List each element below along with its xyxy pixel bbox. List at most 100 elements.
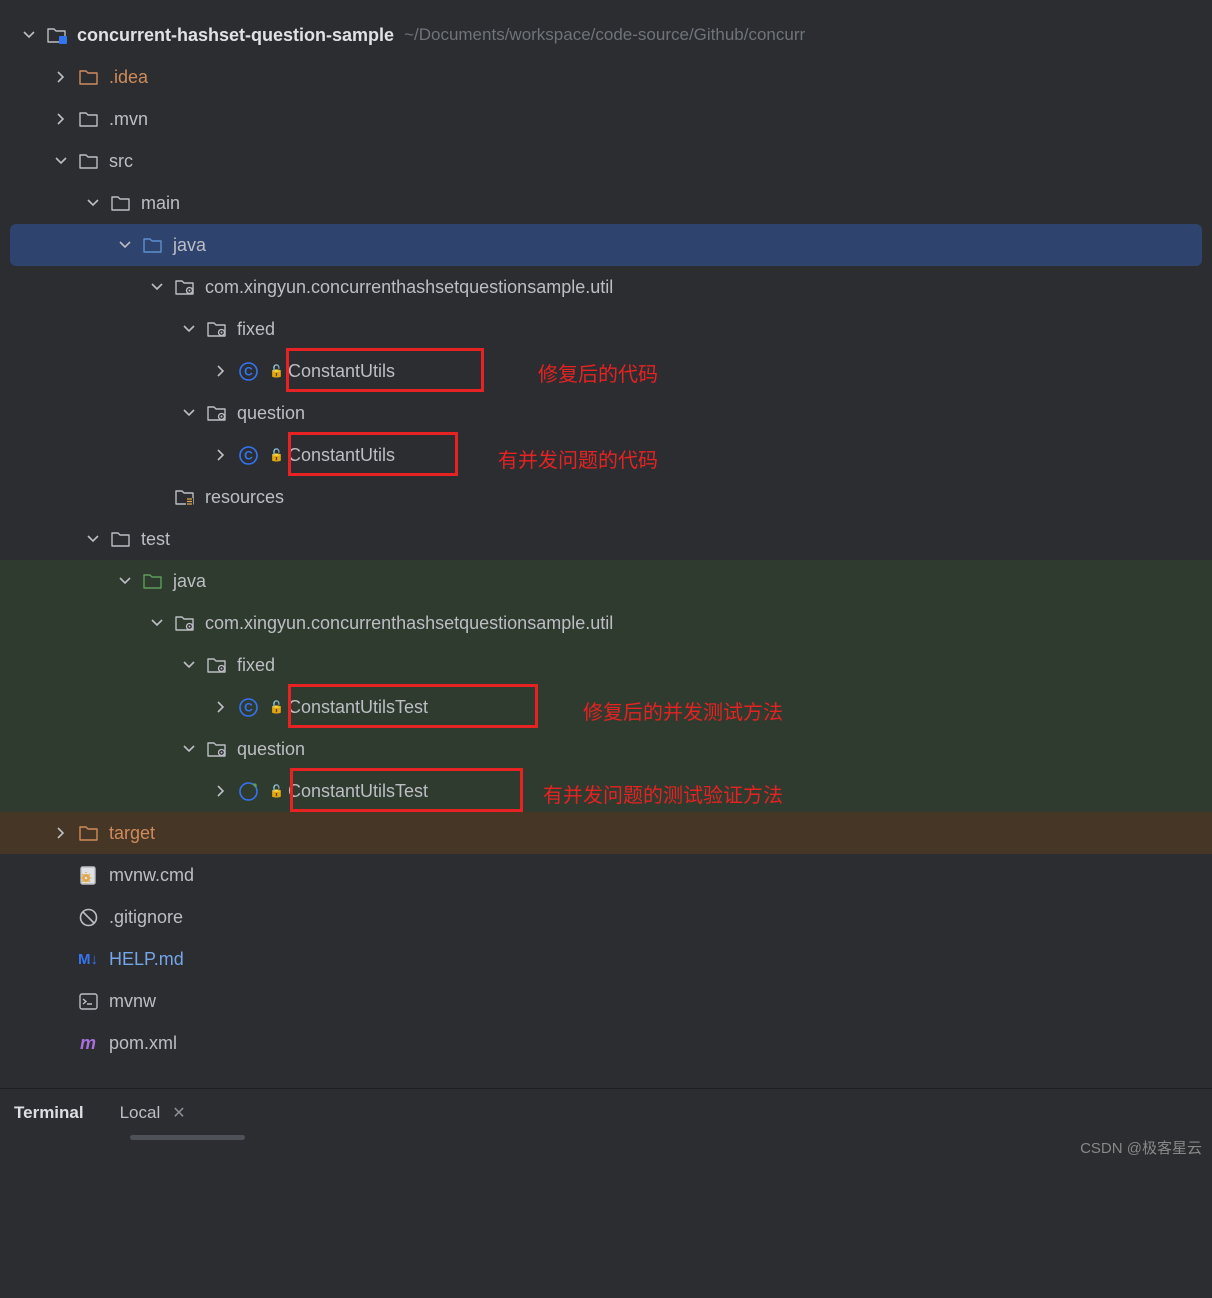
package-icon	[173, 612, 195, 634]
lock-open-icon: 🔓	[269, 700, 284, 714]
folder-label: resources	[205, 487, 284, 508]
folder-label: test	[141, 529, 170, 550]
package-icon	[205, 318, 227, 340]
tree-row-test[interactable]: test	[0, 518, 1212, 560]
chevron-down-icon[interactable]	[50, 150, 72, 172]
terminal-panel-header[interactable]: Terminal Local ✕	[0, 1088, 1212, 1136]
class-icon	[237, 360, 259, 382]
tree-row-class-fixed[interactable]: 🔓 ConstantUtils	[0, 350, 1212, 392]
chevron-right-icon[interactable]	[210, 444, 232, 466]
package-label: com.xingyun.concurrenthashsetquestionsam…	[205, 613, 613, 634]
tree-row-class-question[interactable]: 🔓 ConstantUtils	[0, 434, 1212, 476]
markdown-icon: M↓	[77, 948, 99, 970]
class-label: ConstantUtilsTest	[288, 697, 428, 718]
folder-label: fixed	[237, 655, 275, 676]
tree-row-mvnwcmd[interactable]: mvnw.cmd	[0, 854, 1212, 896]
chevron-down-icon[interactable]	[178, 318, 200, 340]
chevron-down-icon[interactable]	[146, 612, 168, 634]
tree-row-question[interactable]: question	[0, 392, 1212, 434]
class-run-icon	[237, 780, 259, 802]
folder-icon	[141, 234, 163, 256]
tree-row-class-test-question[interactable]: 🔓 ConstantUtilsTest	[0, 770, 1212, 812]
chevron-right-icon[interactable]	[50, 822, 72, 844]
chevron-down-icon[interactable]	[18, 24, 40, 46]
tree-row-resources[interactable]: • resources	[0, 476, 1212, 518]
resources-folder-icon	[173, 486, 195, 508]
tree-row-package[interactable]: com.xingyun.concurrenthashsetquestionsam…	[0, 266, 1212, 308]
folder-icon	[77, 150, 99, 172]
class-label: ConstantUtilsTest	[288, 781, 428, 802]
tree-row-main[interactable]: main	[0, 182, 1212, 224]
folder-label: java	[173, 571, 206, 592]
tree-row-pom[interactable]: m pom.xml	[0, 1022, 1212, 1064]
chevron-down-icon[interactable]	[82, 192, 104, 214]
file-label: .gitignore	[109, 907, 183, 928]
chevron-right-icon[interactable]	[210, 780, 232, 802]
folder-icon	[141, 570, 163, 592]
tree-row-gitignore[interactable]: .gitignore	[0, 896, 1212, 938]
chevron-down-icon[interactable]	[82, 528, 104, 550]
folder-label: java	[173, 235, 206, 256]
tree-row-fixed[interactable]: fixed	[0, 308, 1212, 350]
folder-icon	[77, 66, 99, 88]
folder-icon	[77, 822, 99, 844]
folder-label: question	[237, 739, 305, 760]
tree-row-src[interactable]: src	[0, 140, 1212, 182]
class-label: ConstantUtils	[288, 445, 395, 466]
tree-row-root[interactable]: concurrent-hashset-question-sample ~/Doc…	[0, 14, 1212, 56]
package-icon	[205, 402, 227, 424]
chevron-down-icon[interactable]	[114, 234, 136, 256]
scrollbar-horizontal[interactable]	[130, 1135, 245, 1140]
file-label: pom.xml	[109, 1033, 177, 1054]
folder-label: .idea	[109, 67, 148, 88]
file-label: mvnw	[109, 991, 156, 1012]
tree-row-helpmd[interactable]: M↓ HELP.md	[0, 938, 1212, 980]
folder-label: target	[109, 823, 155, 844]
tree-row-mvn[interactable]: .mvn	[0, 98, 1212, 140]
root-path: ~/Documents/workspace/code-source/Github…	[404, 25, 805, 45]
terminal-tab[interactable]: Local ✕	[120, 1103, 186, 1123]
tree-row-java-test[interactable]: java	[0, 560, 1212, 602]
lock-open-icon: 🔓	[269, 448, 284, 462]
tree-row-mvnw[interactable]: mvnw	[0, 980, 1212, 1022]
terminal-title[interactable]: Terminal	[14, 1103, 84, 1123]
gear-file-icon	[77, 864, 99, 886]
terminal-tab-label: Local	[120, 1103, 161, 1123]
project-tree[interactable]: concurrent-hashset-question-sample ~/Doc…	[0, 0, 1212, 1064]
tree-row-class-test-fixed[interactable]: 🔓 ConstantUtilsTest	[0, 686, 1212, 728]
file-label: mvnw.cmd	[109, 865, 194, 886]
package-icon	[173, 276, 195, 298]
chevron-down-icon[interactable]	[178, 738, 200, 760]
chevron-down-icon[interactable]	[146, 276, 168, 298]
lock-open-icon: 🔓	[269, 364, 284, 378]
folder-icon	[109, 192, 131, 214]
chevron-right-icon[interactable]	[50, 108, 72, 130]
lock-open-icon: 🔓	[269, 784, 284, 798]
package-icon	[205, 654, 227, 676]
close-icon[interactable]: ✕	[172, 1103, 185, 1123]
chevron-right-icon[interactable]	[50, 66, 72, 88]
folder-icon	[109, 528, 131, 550]
class-icon	[237, 444, 259, 466]
tree-row-fixed-test[interactable]: fixed	[0, 644, 1212, 686]
folder-label: question	[237, 403, 305, 424]
folder-icon	[77, 108, 99, 130]
chevron-down-icon[interactable]	[114, 570, 136, 592]
tree-row-target[interactable]: target	[0, 812, 1212, 854]
watermark: CSDN @极客星云	[1080, 1137, 1202, 1158]
chevron-right-icon[interactable]	[210, 696, 232, 718]
gitignore-icon	[77, 906, 99, 928]
chevron-down-icon[interactable]	[178, 402, 200, 424]
tree-row-java-main[interactable]: java	[10, 224, 1202, 266]
folder-label: fixed	[237, 319, 275, 340]
module-folder-icon	[45, 24, 67, 46]
folder-label: main	[141, 193, 180, 214]
tree-row-question-test[interactable]: question	[0, 728, 1212, 770]
package-label: com.xingyun.concurrenthashsetquestionsam…	[205, 277, 613, 298]
tree-row-idea[interactable]: .idea	[0, 56, 1212, 98]
tree-row-package-test[interactable]: com.xingyun.concurrenthashsetquestionsam…	[0, 602, 1212, 644]
class-label: ConstantUtils	[288, 361, 395, 382]
class-icon	[237, 696, 259, 718]
chevron-right-icon[interactable]	[210, 360, 232, 382]
chevron-down-icon[interactable]	[178, 654, 200, 676]
